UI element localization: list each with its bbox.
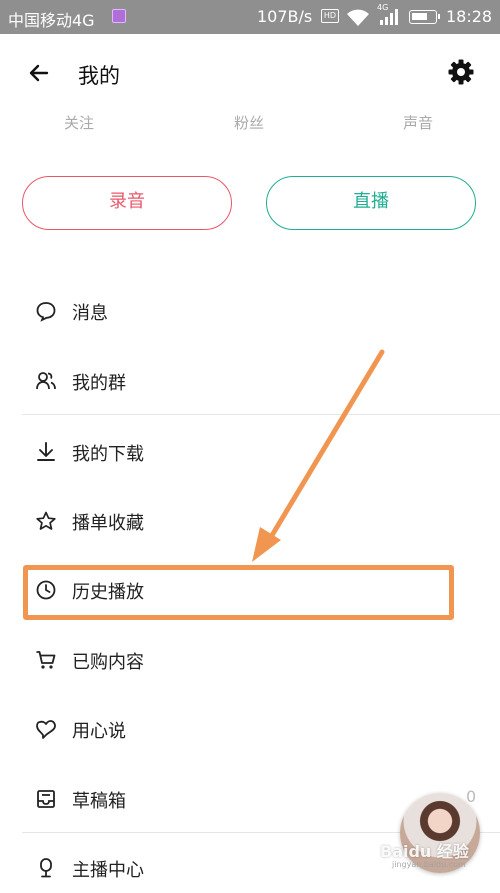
watermark-url: jingyan.baidu.com xyxy=(392,860,466,869)
watermark-logo: Baidu 经验 xyxy=(380,842,469,861)
annotation-arrow-icon xyxy=(252,349,385,562)
